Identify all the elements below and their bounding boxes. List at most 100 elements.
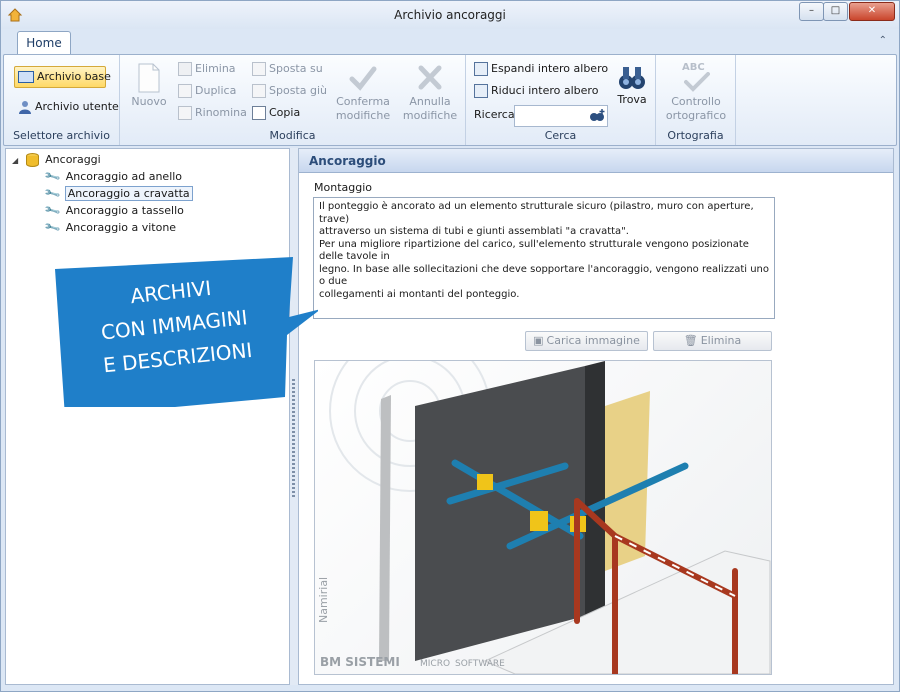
archivio-utente-button[interactable]: Archivio utente	[18, 98, 119, 116]
description-textarea[interactable]: Il ponteggio è ancorato ad un elemento s…	[313, 197, 775, 319]
tree-item-label: Ancoraggio a cravatta	[64, 186, 193, 201]
copia-label: Copia	[269, 106, 301, 119]
conferma-label-1: Conferma	[336, 95, 390, 108]
binoculars-icon	[619, 67, 645, 89]
conferma-label-2: modifiche	[335, 109, 391, 122]
minimize-button[interactable]: –	[799, 2, 824, 21]
duplica-label: Duplica	[195, 84, 237, 97]
trova-label: Trova	[617, 93, 647, 106]
tree-item-label: Ancoraggio ad anello	[65, 170, 183, 183]
rinomina-button[interactable]: Rinomina	[178, 104, 247, 122]
nuovo-button[interactable]: Nuovo	[126, 63, 172, 109]
group-ortografia: ABC Controllo ortografico Ortografia	[656, 55, 736, 145]
trova-button[interactable]: Trova	[612, 65, 652, 107]
sposta-su-button[interactable]: Sposta su	[252, 60, 323, 78]
rename-icon	[178, 106, 192, 120]
trash-icon	[178, 62, 192, 76]
elimina-label: Elimina	[195, 62, 236, 75]
wrench-icon: 🔧	[43, 218, 62, 237]
image-icon: ▣	[533, 334, 544, 347]
archivio-base-label: Archivio base	[37, 70, 111, 83]
tree-item[interactable]: 🔧 Ancoraggio a tassello	[43, 202, 184, 220]
archivio-base-button[interactable]: Archivio base	[14, 66, 111, 88]
sposta-su-label: Sposta su	[269, 62, 323, 75]
riduci-albero-button[interactable]: Riduci intero albero	[474, 82, 598, 100]
tree-item[interactable]: 🔧 Ancoraggio ad anello	[43, 168, 183, 186]
group-label-ortografia: Ortografia	[667, 129, 724, 142]
annulla-label-1: Annulla	[409, 95, 451, 108]
tree-item[interactable]: 🔧 Ancoraggio a vitone	[43, 218, 177, 237]
close-button[interactable]: ✕	[849, 2, 895, 21]
carica-immagine-label: Carica immagine	[546, 334, 640, 347]
copia-button[interactable]: Copia	[252, 104, 300, 122]
ribbon: Archivio base Archivio utente Selettore …	[3, 54, 897, 146]
promo-banner: ARCHIVI CON IMMAGINI E DESCRIZIONI	[55, 257, 318, 407]
section-label: Montaggio	[314, 181, 372, 194]
tree-item-selected[interactable]: 🔧 Ancoraggio a cravatta	[43, 185, 193, 203]
cancel-x-icon	[418, 65, 442, 90]
controllo-label-2: ortografico	[665, 109, 727, 122]
user-icon	[19, 101, 31, 114]
elimina-immagine-label: Elimina	[700, 334, 742, 347]
annulla-modifiche-button[interactable]: Annulla modifiche	[400, 63, 460, 123]
detail-header: Ancoraggio	[299, 149, 893, 173]
move-down-icon	[252, 84, 266, 98]
rinomina-label: Rinomina	[195, 106, 247, 119]
search-options-icon[interactable]	[589, 109, 605, 123]
tree-pane: ◢ Ancoraggi 🔧 Ancoraggio ad anello 🔧 Ancor…	[5, 148, 290, 685]
elimina-immagine-button[interactable]: 🗑 Elimina	[653, 331, 772, 351]
anchor-image: Namirial BM SISTEMI MICRO SOFTWARE	[314, 330, 772, 677]
controllo-label-1: Controllo	[671, 95, 721, 108]
tab-home[interactable]: Home	[17, 31, 71, 55]
conferma-modifiche-button[interactable]: Conferma modifiche	[332, 63, 394, 123]
copy-icon	[252, 106, 266, 120]
tree-item-label: Ancoraggio a tassello	[65, 204, 184, 217]
sposta-giu-button[interactable]: Sposta giù	[252, 82, 327, 100]
watermark-namirial: Namirial	[317, 577, 330, 623]
group-label-modifica: Modifica	[269, 129, 316, 142]
collapse-tree-icon	[474, 84, 488, 98]
collapse-arrow-icon[interactable]: ◢	[12, 156, 18, 165]
app-window: Archivio ancoraggi – □ ✕ Home ⌃ Archivio…	[0, 0, 900, 692]
database-icon	[25, 153, 39, 167]
tree-root[interactable]: ◢ Ancoraggi	[12, 152, 101, 168]
new-document-icon	[138, 63, 160, 93]
nuovo-label: Nuovo	[131, 95, 167, 108]
duplicate-icon	[178, 84, 192, 98]
trash-icon: 🗑	[683, 334, 698, 347]
scaffold-anchor-illustration: Namirial BM SISTEMI MICRO SOFTWARE	[317, 330, 771, 677]
search-input[interactable]	[514, 105, 608, 127]
detail-pane: Ancoraggio Montaggio Il ponteggio è anco…	[298, 148, 894, 685]
group-label-selettore: Selettore archivio	[13, 129, 110, 142]
riduci-label: Riduci intero albero	[491, 84, 599, 97]
controllo-ortografico-button[interactable]: ABC Controllo ortografico	[662, 61, 730, 123]
table-icon	[18, 71, 34, 83]
spellcheck-icon	[684, 72, 710, 92]
tree-root-label: Ancoraggi	[45, 153, 101, 166]
title-bar[interactable]: Archivio ancoraggi – □ ✕	[1, 1, 899, 29]
annulla-label-2: modifiche	[402, 109, 458, 122]
watermark-bm-sistemi: BM SISTEMI	[320, 655, 400, 669]
duplica-button[interactable]: Duplica	[178, 82, 236, 100]
collapse-ribbon-icon[interactable]: ⌃	[879, 35, 887, 46]
espandi-label: Espandi intero albero	[491, 62, 609, 75]
elimina-button[interactable]: Elimina	[178, 60, 236, 78]
window-title: Archivio ancoraggi	[394, 8, 506, 22]
watermark-micro: MICRO	[420, 659, 450, 669]
move-up-icon	[252, 62, 266, 76]
group-selettore-archivio: Archivio base Archivio utente Selettore …	[4, 55, 120, 145]
carica-immagine-button[interactable]: ▣ Carica immagine	[525, 331, 648, 351]
group-cerca: Espandi intero albero Riduci intero albe…	[466, 55, 656, 145]
ribbon-tabs: Home ⌃	[1, 29, 899, 55]
group-modifica: Nuovo Elimina Duplica Rinomina Sposta su…	[120, 55, 466, 145]
tree-item-label: Ancoraggio a vitone	[65, 221, 177, 234]
checkmark-icon	[349, 66, 377, 91]
ricerca-label: Ricerca	[474, 108, 515, 121]
group-label-cerca: Cerca	[544, 129, 577, 142]
watermark-software: SOFTWARE	[455, 659, 505, 669]
espandi-albero-button[interactable]: Espandi intero albero	[474, 60, 608, 78]
archivio-utente-label: Archivio utente	[35, 100, 119, 113]
sposta-giu-label: Sposta giù	[269, 84, 327, 97]
maximize-button[interactable]: □	[823, 2, 848, 21]
expand-tree-icon	[474, 62, 488, 76]
